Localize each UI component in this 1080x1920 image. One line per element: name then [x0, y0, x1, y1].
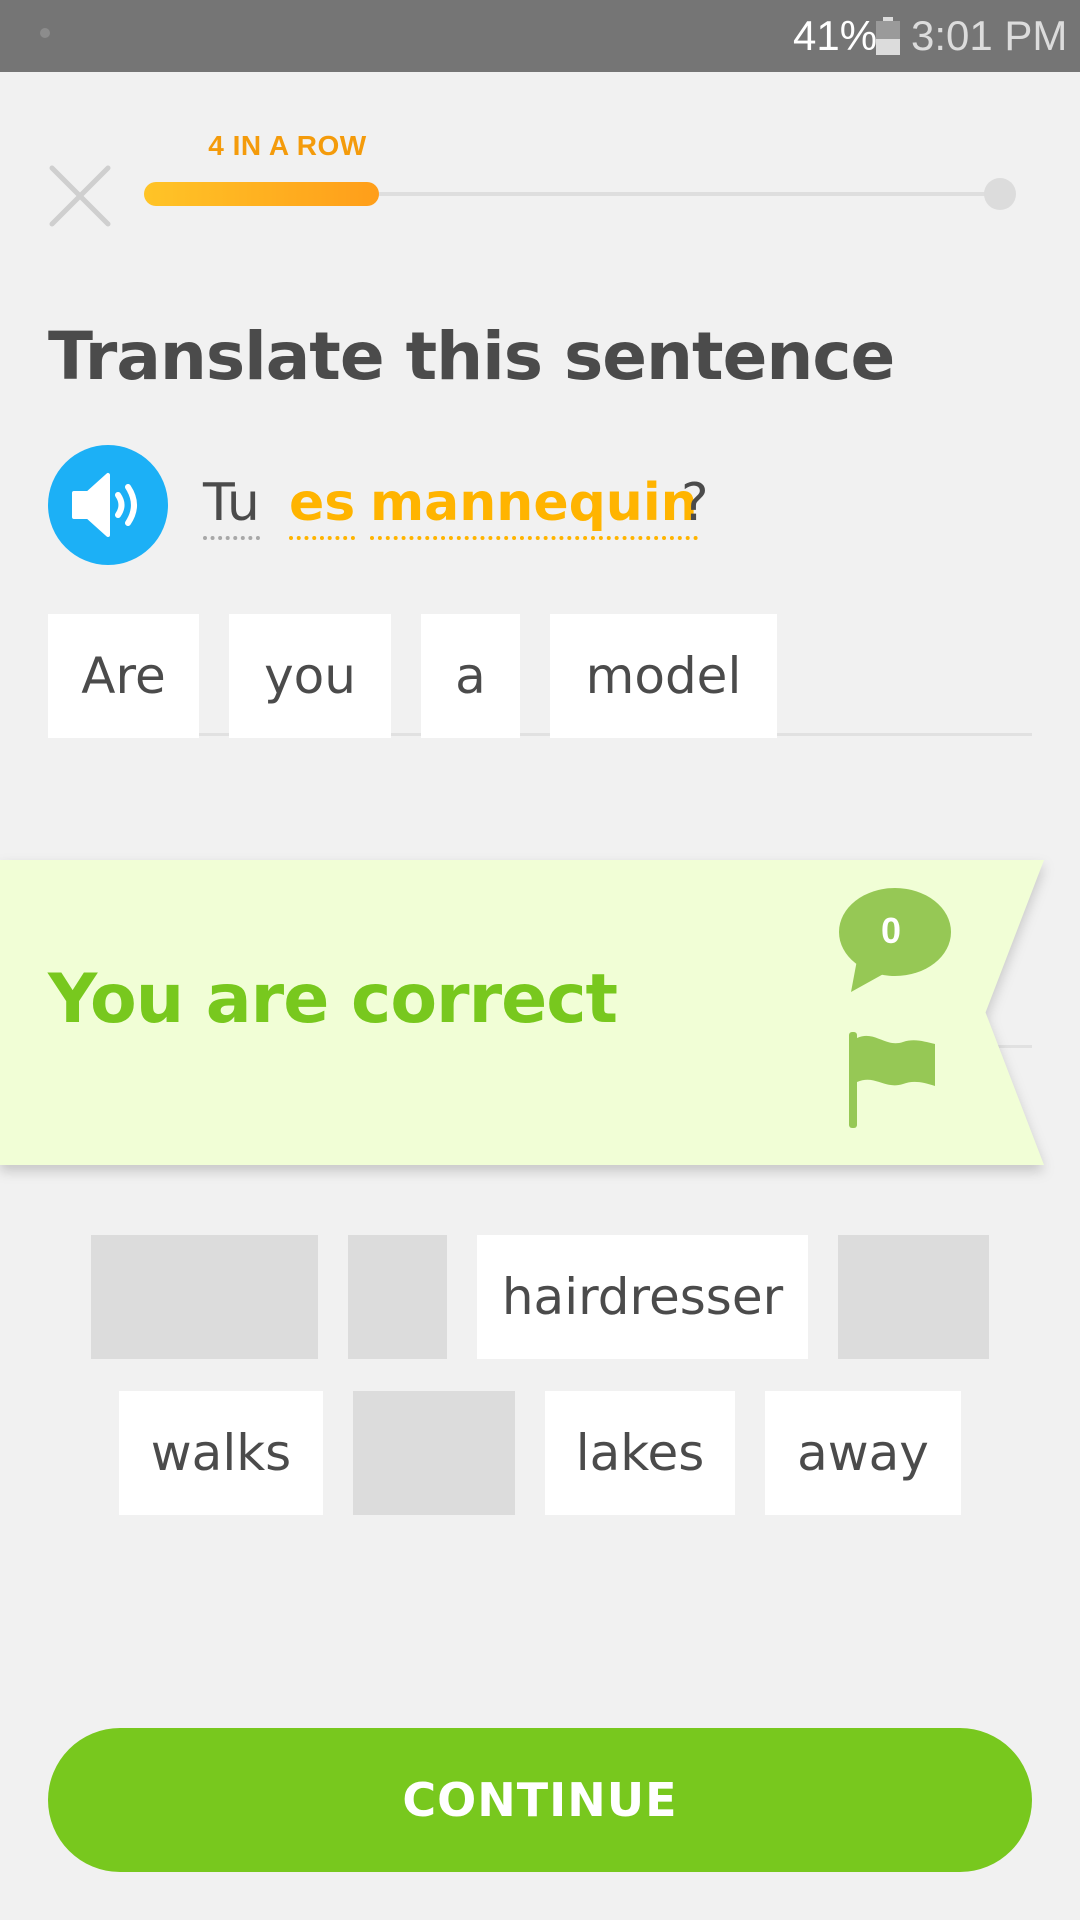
correct-message: You are correct	[48, 960, 618, 1039]
word-bank-placeholder	[91, 1235, 318, 1359]
word-bank-tile[interactable]: lakes	[545, 1391, 735, 1515]
progress-end-marker	[984, 178, 1016, 210]
battery-icon	[876, 17, 900, 55]
answer-tile[interactable]: you	[229, 614, 391, 738]
word-bank-tile[interactable]: away	[765, 1391, 961, 1515]
prompt-word[interactable]: Tu	[203, 470, 260, 540]
play-audio-button[interactable]	[48, 445, 168, 565]
notification-dot	[40, 28, 50, 38]
comment-count: 0	[880, 910, 902, 951]
battery-percent: 41%	[793, 12, 878, 59]
answer-tile[interactable]: model	[550, 614, 777, 738]
close-icon[interactable]	[48, 164, 112, 228]
streak-label: 4 IN A ROW	[208, 130, 367, 161]
page-title: Translate this sentence	[48, 318, 895, 395]
answer-tile[interactable]: a	[421, 614, 520, 738]
word-bank-placeholder	[838, 1235, 989, 1359]
continue-button[interactable]: CONTINUE	[48, 1728, 1032, 1872]
answer-tile[interactable]: Are	[48, 614, 199, 738]
word-bank-placeholder	[348, 1235, 447, 1359]
prompt-punctuation: ?	[681, 473, 709, 533]
word-bank-tile[interactable]: hairdresser	[477, 1235, 808, 1359]
prompt-word-new[interactable]: es	[289, 470, 356, 540]
lesson-progress-bar	[144, 178, 1016, 210]
word-bank-placeholder	[353, 1391, 515, 1515]
progress-fill	[144, 182, 379, 206]
status-bar: 41% 3:01 PM	[0, 0, 1080, 72]
clock: 3:01 PM	[911, 12, 1068, 59]
prompt-word-new[interactable]: mannequin	[370, 470, 698, 540]
flag-icon[interactable]	[845, 1030, 940, 1130]
word-bank-tile[interactable]: walks	[119, 1391, 323, 1515]
speaker-icon	[72, 473, 137, 537]
